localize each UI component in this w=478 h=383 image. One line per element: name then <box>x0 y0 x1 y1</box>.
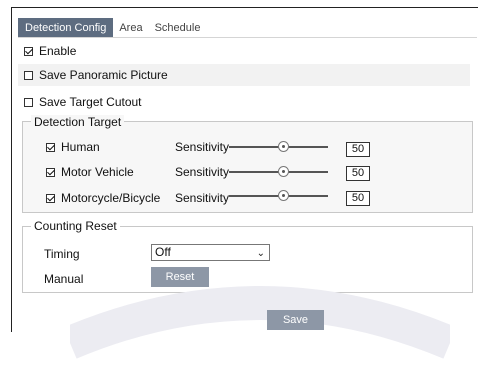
tab-detection-config[interactable]: Detection Config <box>18 18 114 38</box>
timing-select[interactable]: Off ⌄ <box>151 244 270 261</box>
slider-thumb[interactable] <box>278 190 289 201</box>
save-button[interactable]: Save <box>267 310 324 330</box>
manual-label: Manual <box>44 272 84 286</box>
target-row-human: Human <box>46 138 100 156</box>
human-label: Human <box>61 140 100 154</box>
motorcycle-bicycle-checkbox[interactable] <box>46 193 55 203</box>
slider-thumb[interactable] <box>278 141 289 152</box>
motorcycle-bicycle-sensitivity-slider[interactable] <box>229 190 328 202</box>
motor-vehicle-sensitivity-value[interactable]: 50 <box>346 166 370 181</box>
slider-thumb[interactable] <box>278 166 289 177</box>
motor-vehicle-sensitivity-slider[interactable] <box>229 166 328 178</box>
chevron-down-icon: ⌄ <box>256 248 265 259</box>
timing-label: Timing <box>44 247 80 261</box>
tab-area[interactable]: Area <box>113 19 148 37</box>
save-panoramic-row: Save Panoramic Picture <box>18 64 470 86</box>
enable-checkbox[interactable] <box>24 46 33 56</box>
sensitivity-label: Sensitivity <box>175 140 230 154</box>
motor-vehicle-label: Motor Vehicle <box>61 165 134 179</box>
enable-row: Enable <box>24 40 476 62</box>
sensitivity-label: Sensitivity <box>175 165 230 179</box>
motorcycle-bicycle-sensitivity-value[interactable]: 50 <box>346 191 370 206</box>
detection-target-title: Detection Target <box>31 115 125 129</box>
enable-label: Enable <box>39 44 77 58</box>
human-checkbox[interactable] <box>46 142 55 152</box>
tab-schedule[interactable]: Schedule <box>149 19 207 37</box>
tab-divider <box>18 37 477 38</box>
save-panoramic-label: Save Panoramic Picture <box>39 68 168 82</box>
counting-reset-title: Counting Reset <box>31 219 120 233</box>
human-sensitivity-value[interactable]: 50 <box>346 142 370 157</box>
reset-button[interactable]: Reset <box>151 267 209 287</box>
motor-vehicle-checkbox[interactable] <box>46 167 55 177</box>
tab-bar: Detection Config Area Schedule <box>18 18 206 38</box>
save-target-row: Save Target Cutout <box>24 91 476 113</box>
save-target-checkbox[interactable] <box>24 97 33 107</box>
target-row-motorcycle-bicycle: Motorcycle/Bicycle <box>46 189 160 207</box>
motorcycle-bicycle-label: Motorcycle/Bicycle <box>61 191 161 205</box>
target-row-motor-vehicle: Motor Vehicle <box>46 163 134 181</box>
save-panoramic-checkbox[interactable] <box>24 70 33 80</box>
save-target-label: Save Target Cutout <box>39 95 142 109</box>
timing-selected-value: Off <box>155 245 171 259</box>
human-sensitivity-slider[interactable] <box>229 141 328 153</box>
sensitivity-label: Sensitivity <box>175 191 230 205</box>
